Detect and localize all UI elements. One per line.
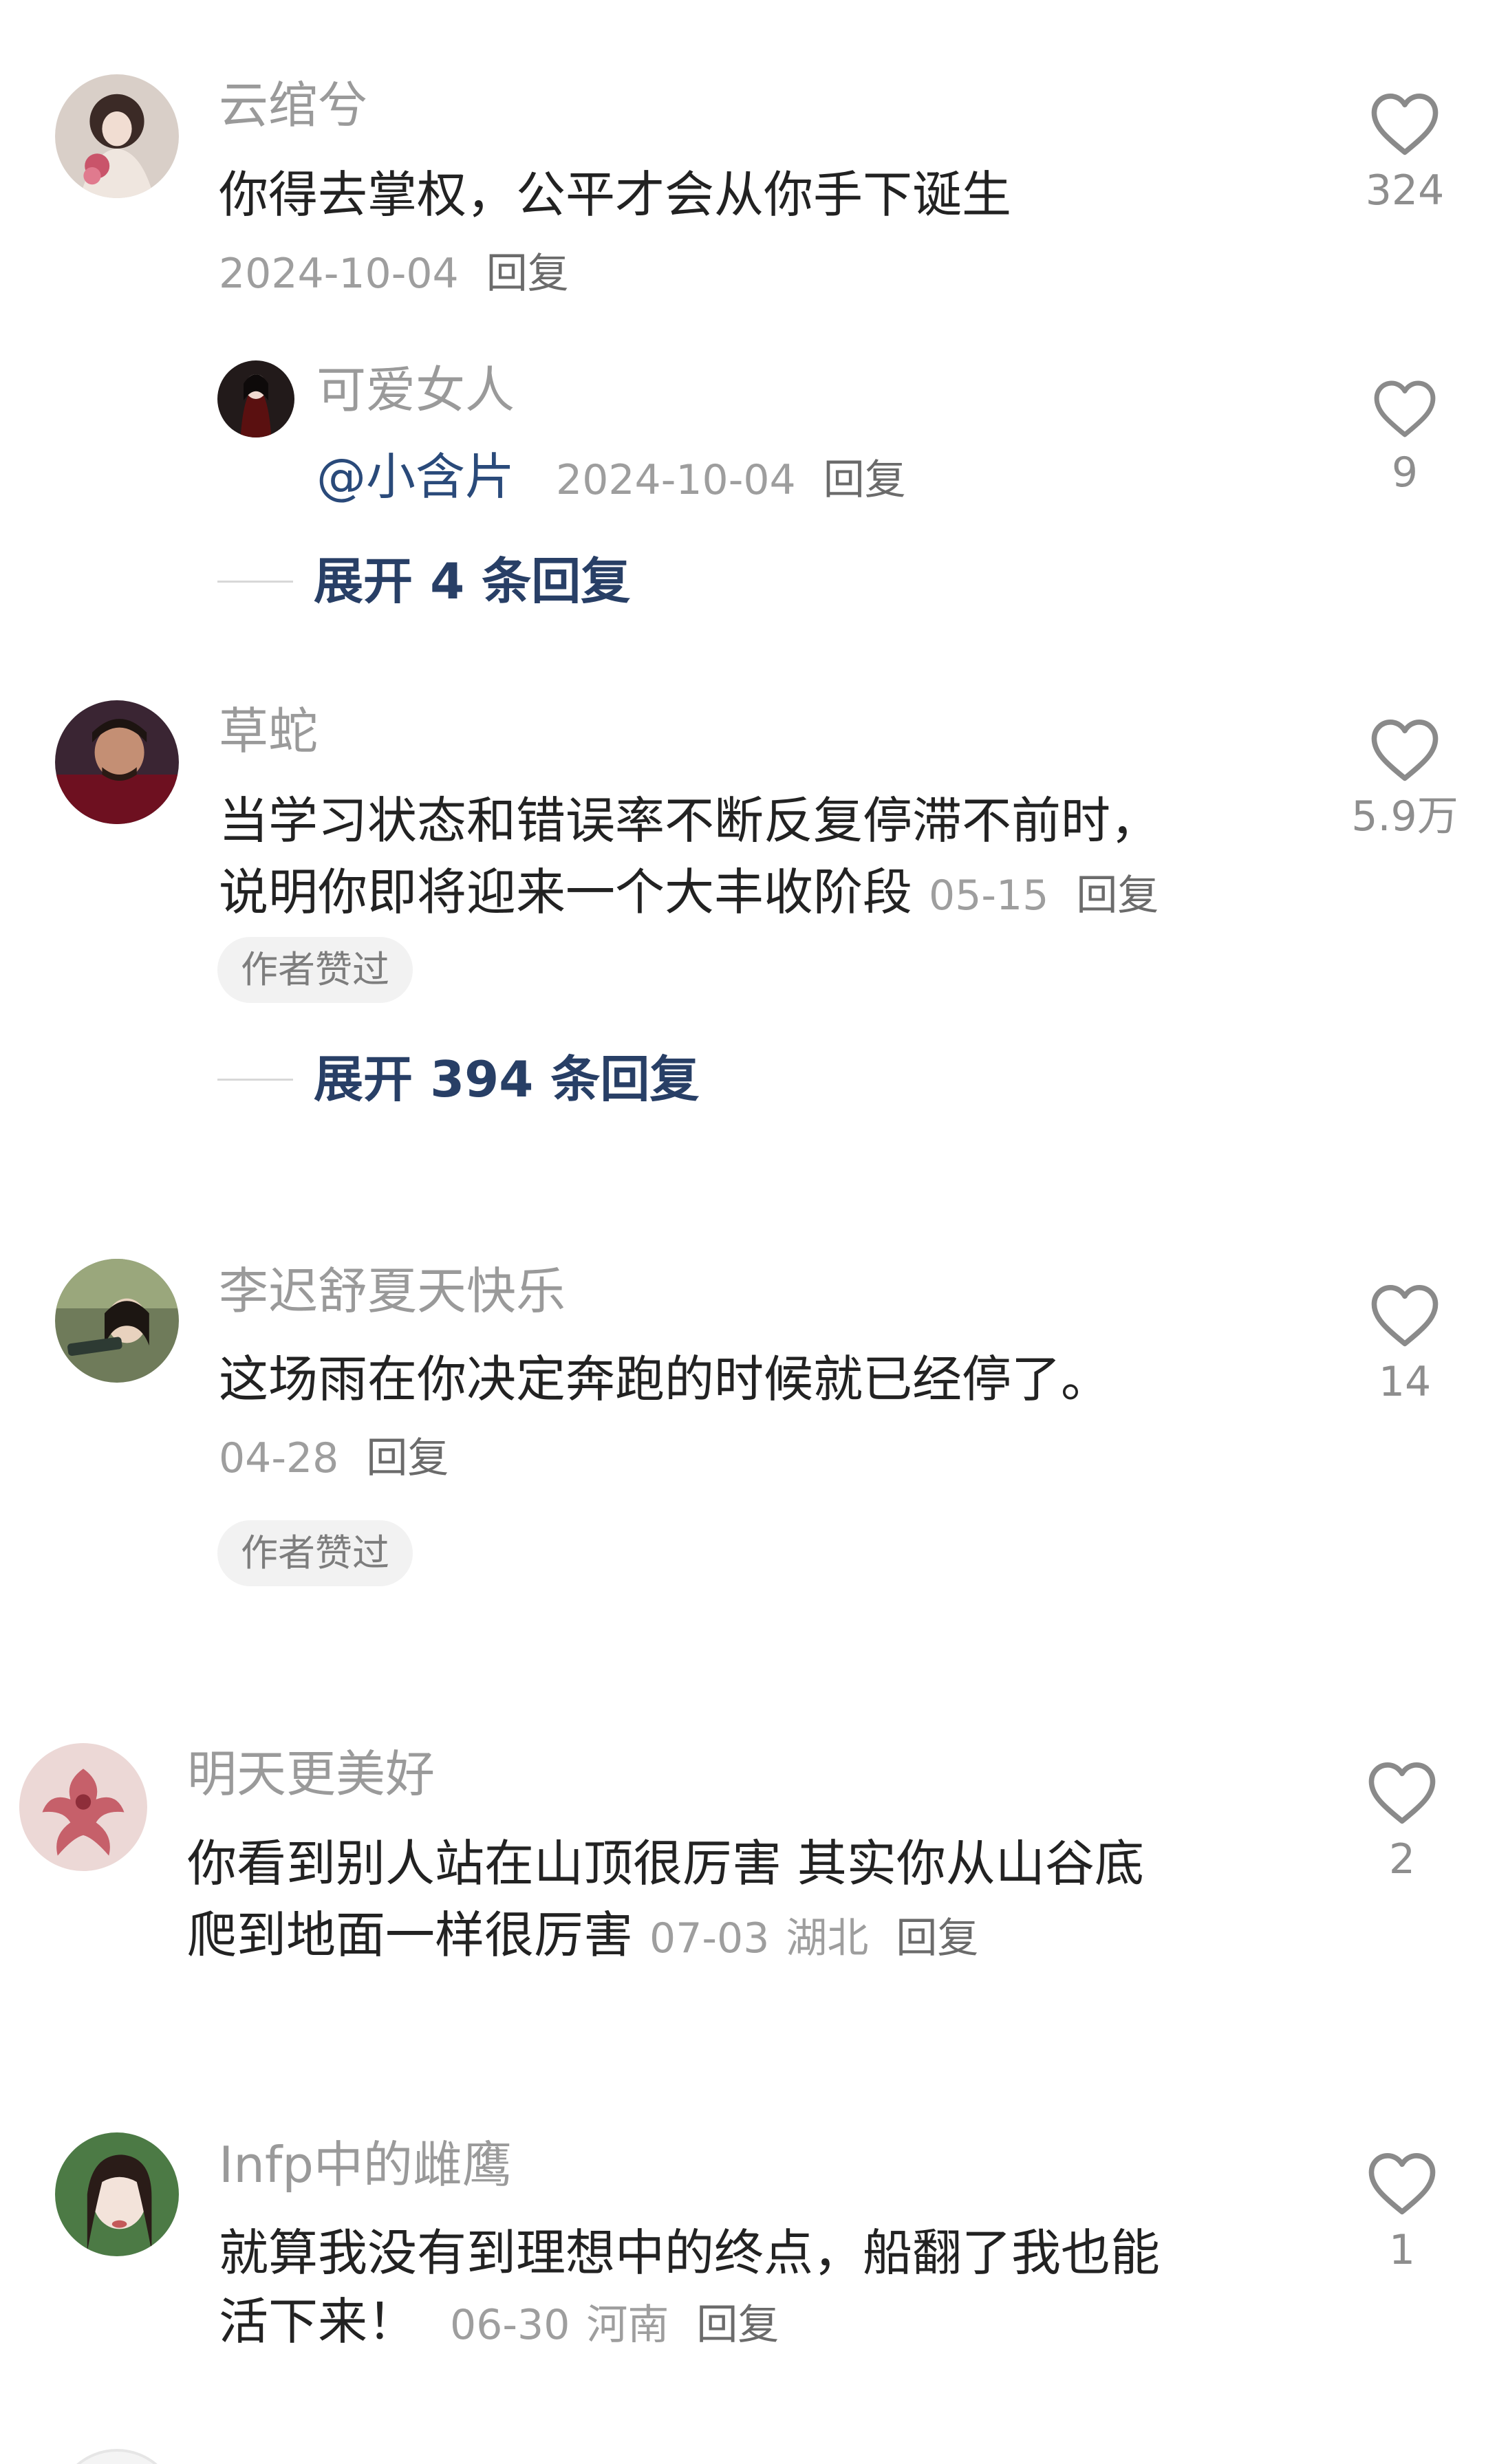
- reply-button[interactable]: 回复: [366, 1434, 449, 1482]
- like-button[interactable]: 1: [1347, 2149, 1457, 2274]
- like-count: 5.9万: [1351, 792, 1458, 841]
- comment-username[interactable]: 李迟舒夏天快乐: [219, 1260, 566, 1322]
- heart-outline-icon: [1374, 380, 1436, 437]
- comment-location: 湖北: [786, 1914, 869, 1963]
- like-button[interactable]: 14: [1350, 1281, 1460, 1406]
- expand-replies-button[interactable]: 展开 4 条回复: [217, 550, 630, 612]
- heart-outline-icon: [1371, 720, 1439, 781]
- comment-username[interactable]: 草蛇: [219, 700, 318, 762]
- like-count: 1: [1388, 2226, 1416, 2274]
- comment-username[interactable]: 云绾兮: [219, 74, 367, 136]
- avatar[interactable]: [55, 1259, 179, 1383]
- comment-date: 06-30: [450, 2301, 570, 2349]
- avatar[interactable]: [55, 2132, 179, 2256]
- comment-text[interactable]: 就算我没有到理想中的终点，船翻了我也能: [219, 2216, 1160, 2289]
- reply-button[interactable]: 回复: [896, 1914, 978, 1963]
- like-button[interactable]: 2: [1347, 1758, 1457, 1883]
- expand-replies-label: 展开 4 条回复: [314, 552, 631, 610]
- comment-location: 河南: [586, 2301, 669, 2349]
- heart-outline-icon: [1371, 1285, 1439, 1347]
- expand-replies-button[interactable]: 展开 394 条回复: [217, 1048, 699, 1110]
- divider: [217, 1078, 293, 1081]
- like-count: 2: [1388, 1835, 1416, 1883]
- comment-text: 活下来！: [219, 2293, 418, 2350]
- comment-date: 05-15: [929, 872, 1049, 920]
- divider: [217, 580, 293, 583]
- reply-avatar[interactable]: [217, 360, 294, 437]
- comment-text: 爬到地面一样很厉害: [187, 1906, 634, 1964]
- reply-mention[interactable]: @小含片: [316, 448, 515, 506]
- like-count: 9: [1391, 449, 1419, 497]
- reply-button[interactable]: 回复: [486, 250, 569, 298]
- reply-button[interactable]: 回复: [823, 456, 906, 504]
- author-liked-badge: 作者赞过: [217, 937, 413, 1003]
- reply-button[interactable]: 回复: [696, 2301, 779, 2349]
- avatar[interactable]: [55, 700, 179, 824]
- avatar[interactable]: [19, 1743, 147, 1871]
- heart-outline-icon: [1371, 94, 1439, 155]
- comment-text[interactable]: 这场雨在你决定奔跑的时候就已经停了。: [219, 1343, 1110, 1416]
- reply-username[interactable]: 可爱女人: [316, 359, 515, 421]
- like-button[interactable]: 324: [1350, 89, 1460, 215]
- comment-text-line2[interactable]: 说明你即将迎来一个大丰收阶段 05-15 回复: [219, 856, 1159, 932]
- comment-text: 说明你即将迎来一个大丰收阶段: [219, 863, 913, 921]
- comment-text[interactable]: 你看到别人站在山顶很厉害 其实你从山谷底: [187, 1827, 1144, 1900]
- comment-meta: 2024-10-04 回复: [219, 246, 569, 301]
- like-count: 14: [1378, 1358, 1432, 1406]
- like-button[interactable]: 9: [1350, 377, 1460, 497]
- comment-text[interactable]: 你得去掌权，公平才会从你手下诞生: [219, 158, 1011, 231]
- author-liked-badge: 作者赞过: [217, 1520, 413, 1586]
- comment-list: 云绾兮 你得去掌权，公平才会从你手下诞生 2024-10-04 回复 324 可爱…: [0, 0, 1486, 2464]
- comment-text-line2[interactable]: 爬到地面一样很厉害 07-03 湖北 回复: [187, 1899, 978, 1975]
- comment-date: 04-28: [219, 1434, 339, 1482]
- like-count: 324: [1365, 166, 1445, 215]
- comment-text[interactable]: 当学习状态和错误率不断反复停滞不前时，: [219, 784, 1160, 857]
- comment-username[interactable]: 明天更美好: [187, 1743, 435, 1805]
- reply-button[interactable]: 回复: [1076, 872, 1159, 920]
- comment-username[interactable]: Infp中的雌鹰: [219, 2134, 512, 2196]
- avatar[interactable]: [55, 74, 179, 198]
- avatar[interactable]: [55, 2449, 179, 2464]
- comment-date: 07-03: [649, 1914, 770, 1963]
- heart-outline-icon: [1368, 2153, 1436, 2215]
- reply-date: 2024-10-04: [556, 456, 796, 504]
- reply-text: @小含片 2024-10-04 回复: [316, 440, 906, 517]
- like-button[interactable]: 5.9万: [1350, 715, 1460, 841]
- heart-outline-icon: [1368, 1762, 1436, 1824]
- comment-date: 2024-10-04: [219, 250, 459, 298]
- expand-replies-label: 展开 394 条回复: [314, 1050, 700, 1108]
- comment-text-line2[interactable]: 活下来！ 06-30 河南 回复: [219, 2285, 779, 2362]
- comment-meta: 04-28 回复: [219, 1431, 449, 1486]
